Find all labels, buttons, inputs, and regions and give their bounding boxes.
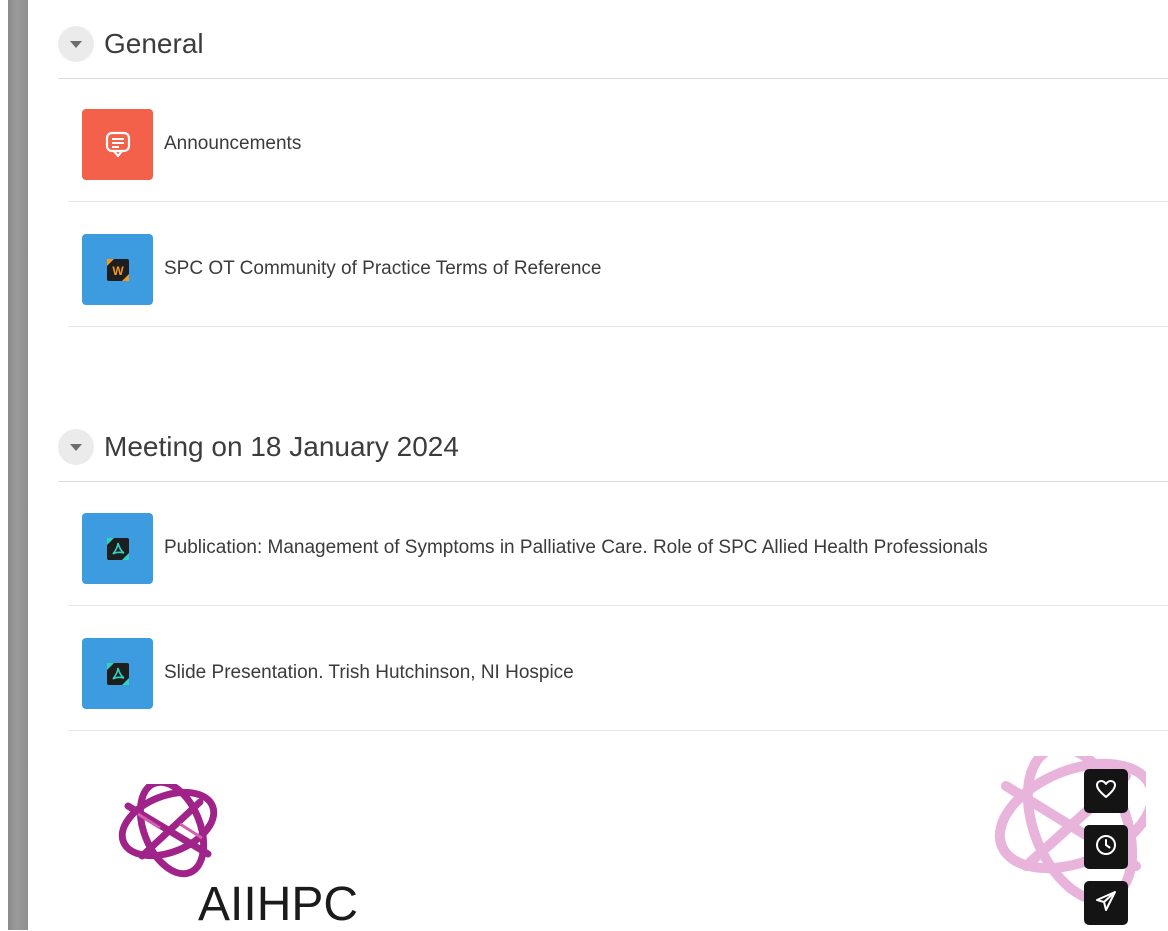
pdf-document-icon[interactable]: [82, 638, 153, 709]
section-title[interactable]: General: [104, 24, 204, 64]
favourite-button[interactable]: [1084, 769, 1128, 813]
activity-link[interactable]: Slide Presentation. Trish Hutchinson, NI…: [164, 662, 574, 684]
send-icon: [1095, 890, 1117, 917]
recent-activity-button[interactable]: [1084, 825, 1128, 869]
activity-slide-presentation[interactable]: Slide Presentation. Trish Hutchinson, NI…: [68, 638, 1168, 762]
activity-announcements[interactable]: Announcements: [68, 109, 1168, 233]
clock-icon: [1095, 834, 1117, 861]
section-meeting-18-january-2024: Meeting on 18 January 2024: [58, 425, 1168, 485]
word-document-icon[interactable]: W: [82, 234, 153, 305]
left-margin: [0, 0, 8, 930]
section-general: General: [58, 22, 1168, 82]
heart-icon: [1095, 779, 1117, 804]
activity-link[interactable]: Publication: Management of Symptoms in P…: [164, 537, 988, 559]
pdf-document-icon[interactable]: [82, 513, 153, 584]
activity-link[interactable]: SPC OT Community of Practice Terms of Re…: [164, 258, 602, 280]
collapse-toggle-chevron-icon[interactable]: [58, 26, 94, 62]
aiihpc-logo-text: AIIHPC: [198, 878, 359, 931]
section-divider: [58, 481, 1168, 482]
activity-divider: [68, 730, 1168, 731]
activity-terms-of-reference[interactable]: W SPC OT Community of Practice Terms of …: [68, 234, 1168, 358]
activity-divider: [68, 201, 1168, 202]
send-message-button[interactable]: [1084, 881, 1128, 925]
activity-divider: [68, 605, 1168, 606]
activity-divider: [68, 326, 1168, 327]
activity-link[interactable]: Announcements: [164, 133, 301, 155]
section-title[interactable]: Meeting on 18 January 2024: [104, 427, 459, 467]
activity-publication[interactable]: Publication: Management of Symptoms in P…: [68, 513, 1168, 637]
collapse-toggle-chevron-icon[interactable]: [58, 429, 94, 465]
section-divider: [58, 78, 1168, 79]
svg-text:W: W: [112, 264, 124, 278]
drawer-edge-scrollbar[interactable]: [8, 0, 28, 930]
forum-icon[interactable]: [82, 109, 153, 180]
